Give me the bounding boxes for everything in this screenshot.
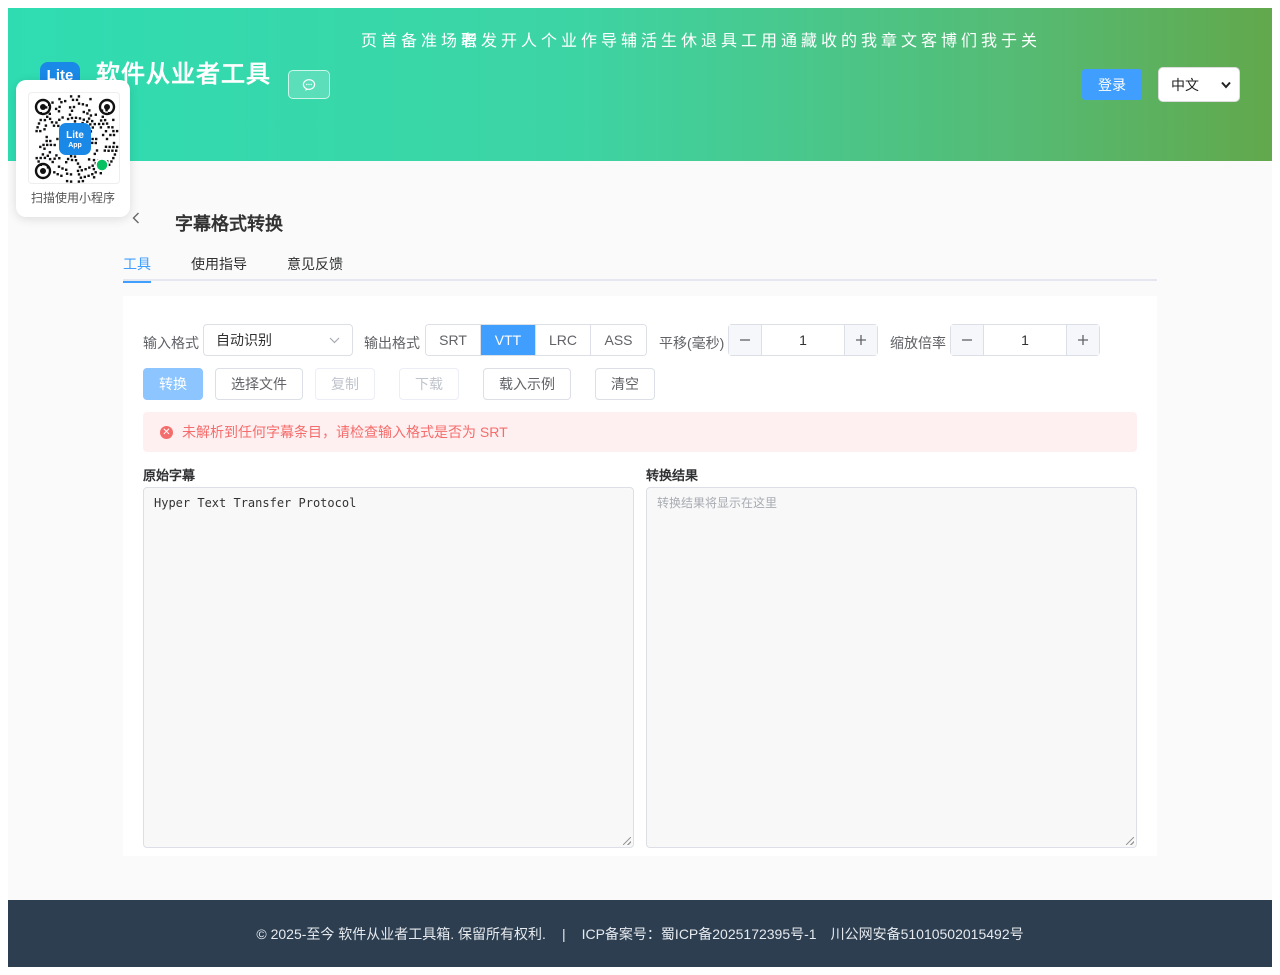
page: Lite 软件从业者工具 首页 职场准备 个人开发者 辅导作业 退休生活 通用工… <box>8 8 1272 967</box>
chevron-down-icon <box>1221 81 1231 89</box>
nav-item-retirement[interactable]: 退休生活 <box>638 32 716 49</box>
chevron-down-icon <box>329 337 340 343</box>
input-format-label: 输入格式 <box>143 335 199 351</box>
result-title: 转换结果 <box>646 468 699 483</box>
tab-tool-label: 工具 <box>123 256 151 272</box>
output-format-srt[interactable]: SRT <box>426 325 481 355</box>
download-button[interactable]: 下载 <box>399 368 459 400</box>
scale-input[interactable]: 1 <box>984 325 1066 355</box>
active-tab-indicator <box>123 281 151 283</box>
qr-code-image: LiteApp <box>34 95 119 183</box>
tab-bar: 工具 使用指导 意见反馈 <box>123 252 1157 283</box>
scale-stepper: 1 <box>950 324 1100 356</box>
error-alert: ✕ 未解析到任何字幕条目，请检查输入格式是否为 SRT <box>143 412 1137 452</box>
result-textarea[interactable]: 转换结果将显示在这里 <box>646 487 1137 848</box>
source-text: Hyper Text Transfer Protocol <box>154 496 357 510</box>
result-placeholder: 转换结果将显示在这里 <box>657 496 778 510</box>
convert-button[interactable]: 转换 <box>143 368 203 400</box>
tab-tool[interactable]: 工具 <box>123 254 151 283</box>
clear-button[interactable]: 清空 <box>595 368 655 400</box>
login-button[interactable]: 登录 <box>1082 69 1142 100</box>
source-title: 原始字幕 <box>143 468 196 483</box>
language-select[interactable]: 中文 <box>1158 67 1240 102</box>
scale-increment-button[interactable] <box>1066 325 1099 355</box>
output-format-group: SRT VTT LRC ASS <box>425 324 647 356</box>
nav-item-blog[interactable]: 博客文章 <box>878 32 956 49</box>
copy-button[interactable]: 复制 <box>315 368 375 400</box>
nav-item-homework[interactable]: 辅导作业 <box>558 32 636 49</box>
input-format-select[interactable]: 自动识别 <box>203 324 353 356</box>
page-title: 字幕格式转换 <box>175 214 283 234</box>
resize-handle-icon[interactable] <box>1126 837 1134 845</box>
minus-icon <box>962 339 972 341</box>
language-value: 中文 <box>1171 76 1199 93</box>
footer-icp-link[interactable]: ICP备案号：蜀ICP备2025172395号-1 <box>582 924 817 944</box>
output-format-label: 输出格式 <box>364 335 420 351</box>
tab-feedback[interactable]: 意见反馈 <box>287 254 343 281</box>
resize-handle-icon[interactable] <box>623 837 631 845</box>
output-format-ass[interactable]: ASS <box>591 325 646 355</box>
chat-button[interactable] <box>288 70 330 99</box>
output-format-lrc[interactable]: LRC <box>536 325 591 355</box>
shift-decrement-button[interactable] <box>729 325 762 355</box>
scale-decrement-button[interactable] <box>951 325 984 355</box>
footer-separator: | <box>561 925 566 942</box>
minus-icon <box>740 339 750 341</box>
nav-item-about[interactable]: 关于我们 <box>958 32 1036 49</box>
nav-item-favorites[interactable]: 我的收藏 <box>798 32 876 49</box>
site-footer: © 2025-至今 软件从业者工具箱. 保留所有权利. | ICP备案号：蜀IC… <box>8 900 1272 967</box>
output-format-vtt[interactable]: VTT <box>481 325 536 355</box>
load-example-button[interactable]: 载入示例 <box>483 368 571 400</box>
plus-icon <box>856 335 866 345</box>
tab-guide[interactable]: 使用指导 <box>191 254 247 281</box>
source-textarea[interactable]: Hyper Text Transfer Protocol <box>143 487 634 848</box>
error-circle-icon: ✕ <box>160 425 173 439</box>
site-header: Lite 软件从业者工具 首页 职场准备 个人开发者 辅导作业 退休生活 通用工… <box>8 8 1272 161</box>
nav-item-tools[interactable]: 通用工具 <box>718 32 796 49</box>
tool-panel: 输入格式 自动识别 输出格式 SRT VTT LRC ASS 平移(毫秒) 1 … <box>123 296 1157 856</box>
choose-file-button[interactable]: 选择文件 <box>215 368 303 400</box>
shift-stepper: 1 <box>728 324 878 356</box>
back-arrow-icon[interactable] <box>132 211 140 229</box>
shift-increment-button[interactable] <box>844 325 877 355</box>
footer-police-link[interactable]: 川公网安备51010502015492号 <box>831 924 1024 944</box>
input-format-value: 自动识别 <box>216 332 272 348</box>
footer-copyright: © 2025-至今 软件从业者工具箱. 保留所有权利. <box>256 925 546 942</box>
svg-text:App: App <box>68 142 82 149</box>
scale-label: 缩放倍率 <box>890 335 946 351</box>
mini-program-qr-card: Lite App 扫描使用小程序 <box>16 80 130 217</box>
chat-icon <box>302 78 316 91</box>
svg-text:Lite: Lite <box>66 130 84 141</box>
qr-code: Lite App <box>28 92 120 184</box>
nav-item-indie-dev[interactable]: 个人开发者 <box>458 32 556 49</box>
plus-icon <box>1078 335 1088 345</box>
error-message: 未解析到任何字幕条目，请检查输入格式是否为 SRT <box>182 424 508 440</box>
qr-caption: 扫描使用小程序 <box>30 191 115 205</box>
shift-label: 平移(毫秒) <box>659 335 725 351</box>
nav-item-home[interactable]: 首页 <box>358 32 396 49</box>
shift-input[interactable]: 1 <box>762 325 844 355</box>
